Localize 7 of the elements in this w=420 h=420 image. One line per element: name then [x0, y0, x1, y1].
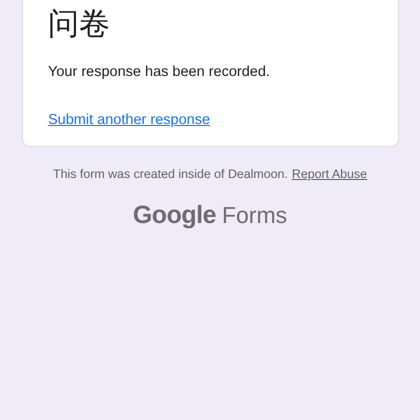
submit-another-link[interactable]: Submit another response: [48, 112, 210, 128]
logo-brand: Google: [132, 201, 216, 230]
form-title: 问卷: [48, 5, 111, 44]
confirmation-message: Your response has been recorded.: [48, 64, 271, 80]
report-abuse-link[interactable]: Report Abuse: [292, 167, 367, 181]
footer-notice: This form was created inside of Dealmoon.: [53, 167, 288, 181]
logo-product: Forms: [222, 202, 288, 229]
